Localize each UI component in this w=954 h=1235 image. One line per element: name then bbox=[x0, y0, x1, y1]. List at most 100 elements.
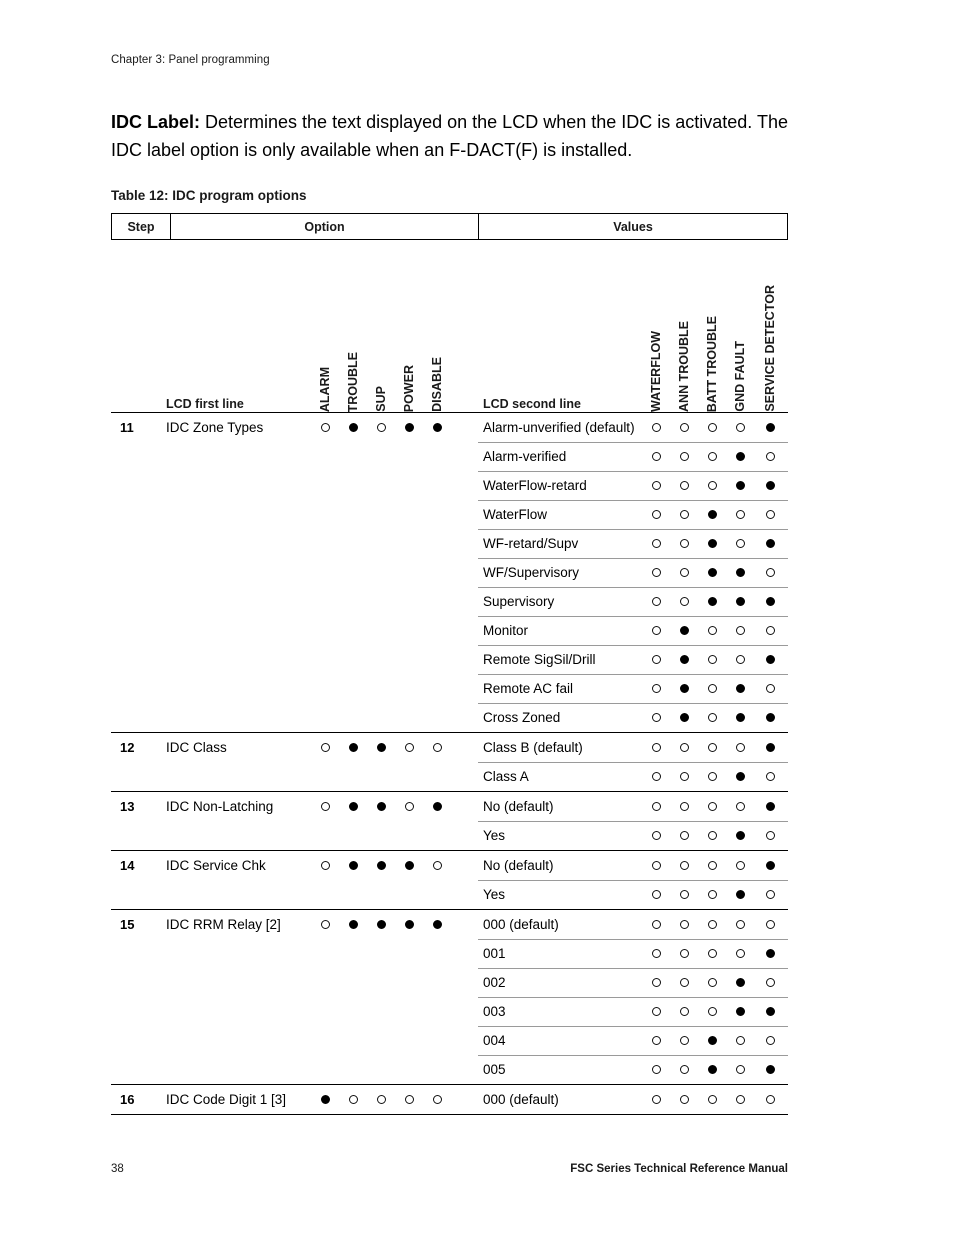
cell-lcd-second-line: No (default) bbox=[483, 858, 554, 873]
column-header-lcd-second-line: LCD second line bbox=[483, 397, 581, 411]
cell-step-number: 12 bbox=[120, 740, 135, 755]
table-row: 15 IDC RRM Relay [2] 000 (default) bbox=[111, 910, 788, 939]
band-header-step: Step bbox=[112, 214, 171, 239]
value-marker-ann-trouble bbox=[679, 802, 689, 811]
value-marker-gnd-fault bbox=[735, 684, 745, 693]
option-marker-alarm bbox=[320, 920, 330, 929]
table-row: 12 IDC Class Class B (default) bbox=[111, 733, 788, 762]
column-header-gnd-fault: GND FAULT bbox=[733, 341, 747, 412]
table-row: WF/Supervisory bbox=[111, 558, 788, 587]
value-marker-service-detector bbox=[765, 1007, 775, 1016]
option-marker-sup bbox=[376, 743, 386, 752]
value-marker-batt-trouble bbox=[707, 890, 717, 899]
value-marker-gnd-fault bbox=[735, 539, 745, 548]
value-marker-batt-trouble bbox=[707, 1065, 717, 1074]
value-marker-ann-trouble bbox=[679, 772, 689, 781]
table-row: Alarm-verified bbox=[111, 442, 788, 471]
value-marker-gnd-fault bbox=[735, 655, 745, 664]
option-marker-alarm bbox=[320, 802, 330, 811]
option-marker-power bbox=[404, 743, 414, 752]
table-band-header: Step Option Values bbox=[111, 213, 788, 240]
value-marker-service-detector bbox=[765, 1036, 775, 1045]
table-row: Class A bbox=[111, 762, 788, 791]
option-marker-alarm bbox=[320, 861, 330, 870]
table-step-group: 16 IDC Code Digit 1 [3] 000 (default) bbox=[111, 1084, 788, 1114]
row-separator bbox=[478, 821, 788, 822]
cell-lcd-second-line: No (default) bbox=[483, 799, 554, 814]
value-marker-waterflow bbox=[651, 684, 661, 693]
option-marker-disable bbox=[432, 423, 442, 432]
value-marker-waterflow bbox=[651, 1036, 661, 1045]
value-marker-ann-trouble bbox=[679, 890, 689, 899]
value-marker-gnd-fault bbox=[735, 920, 745, 929]
value-marker-batt-trouble bbox=[707, 978, 717, 987]
value-marker-service-detector bbox=[765, 861, 775, 870]
table-row: WaterFlow bbox=[111, 500, 788, 529]
option-marker-sup bbox=[376, 920, 386, 929]
column-header-alarm: ALARM bbox=[318, 366, 332, 412]
cell-lcd-first-line: IDC Zone Types bbox=[166, 420, 264, 435]
table-row: Yes bbox=[111, 821, 788, 850]
value-marker-gnd-fault bbox=[735, 802, 745, 811]
value-marker-gnd-fault bbox=[735, 831, 745, 840]
column-header-disable: DISABLE bbox=[430, 357, 444, 412]
value-marker-waterflow bbox=[651, 1065, 661, 1074]
cell-lcd-second-line: Remote AC fail bbox=[483, 681, 574, 696]
value-marker-waterflow bbox=[651, 772, 661, 781]
value-marker-ann-trouble bbox=[679, 1007, 689, 1016]
value-marker-batt-trouble bbox=[707, 597, 717, 606]
value-marker-batt-trouble bbox=[707, 539, 717, 548]
cell-lcd-second-line: 004 bbox=[483, 1033, 506, 1048]
value-marker-gnd-fault bbox=[735, 452, 745, 461]
value-marker-batt-trouble bbox=[707, 861, 717, 870]
value-marker-ann-trouble bbox=[679, 1036, 689, 1045]
value-marker-waterflow bbox=[651, 481, 661, 490]
value-marker-waterflow bbox=[651, 831, 661, 840]
column-header-trouble: TROUBLE bbox=[346, 351, 360, 412]
value-marker-waterflow bbox=[651, 978, 661, 987]
value-marker-service-detector bbox=[765, 890, 775, 899]
value-marker-batt-trouble bbox=[707, 1007, 717, 1016]
table-row: 002 bbox=[111, 968, 788, 997]
value-marker-service-detector bbox=[765, 802, 775, 811]
intro-body: Determines the text displayed on the LCD… bbox=[111, 112, 788, 160]
value-marker-gnd-fault bbox=[735, 1095, 745, 1104]
table-row: 13 IDC Non-Latching No (default) bbox=[111, 792, 788, 821]
table-row: Remote SigSil/Drill bbox=[111, 645, 788, 674]
intro-paragraph: IDC Label: Determines the text displayed… bbox=[111, 108, 801, 164]
table-row: 001 bbox=[111, 939, 788, 968]
value-marker-service-detector bbox=[765, 1065, 775, 1074]
value-marker-ann-trouble bbox=[679, 743, 689, 752]
option-marker-disable bbox=[432, 802, 442, 811]
value-marker-batt-trouble bbox=[707, 423, 717, 432]
value-marker-waterflow bbox=[651, 713, 661, 722]
band-header-option: Option bbox=[171, 214, 479, 239]
option-marker-power bbox=[404, 423, 414, 432]
value-marker-waterflow bbox=[651, 920, 661, 929]
table-row: 003 bbox=[111, 997, 788, 1026]
cell-lcd-second-line: Alarm-unverified (default) bbox=[483, 420, 635, 435]
value-marker-ann-trouble bbox=[679, 713, 689, 722]
value-marker-gnd-fault bbox=[735, 861, 745, 870]
footer-page-number: 38 bbox=[111, 1163, 124, 1175]
value-marker-service-detector bbox=[765, 626, 775, 635]
value-marker-gnd-fault bbox=[735, 1007, 745, 1016]
value-marker-gnd-fault bbox=[735, 1065, 745, 1074]
value-marker-waterflow bbox=[651, 510, 661, 519]
intro-lead-in: IDC Label: bbox=[111, 112, 201, 132]
table-row: Monitor bbox=[111, 616, 788, 645]
row-separator bbox=[478, 880, 788, 881]
column-header-lcd-first-line: LCD first line bbox=[166, 397, 244, 411]
value-marker-ann-trouble bbox=[679, 655, 689, 664]
cell-lcd-second-line: 003 bbox=[483, 1004, 506, 1019]
value-marker-waterflow bbox=[651, 949, 661, 958]
value-marker-waterflow bbox=[651, 626, 661, 635]
value-marker-batt-trouble bbox=[707, 510, 717, 519]
value-marker-service-detector bbox=[765, 481, 775, 490]
option-marker-sup bbox=[376, 802, 386, 811]
table-row: 004 bbox=[111, 1026, 788, 1055]
value-marker-service-detector bbox=[765, 831, 775, 840]
table-step-group: 14 IDC Service Chk No (default) Yes bbox=[111, 850, 788, 909]
cell-lcd-second-line: 000 (default) bbox=[483, 1092, 559, 1107]
value-marker-service-detector bbox=[765, 423, 775, 432]
